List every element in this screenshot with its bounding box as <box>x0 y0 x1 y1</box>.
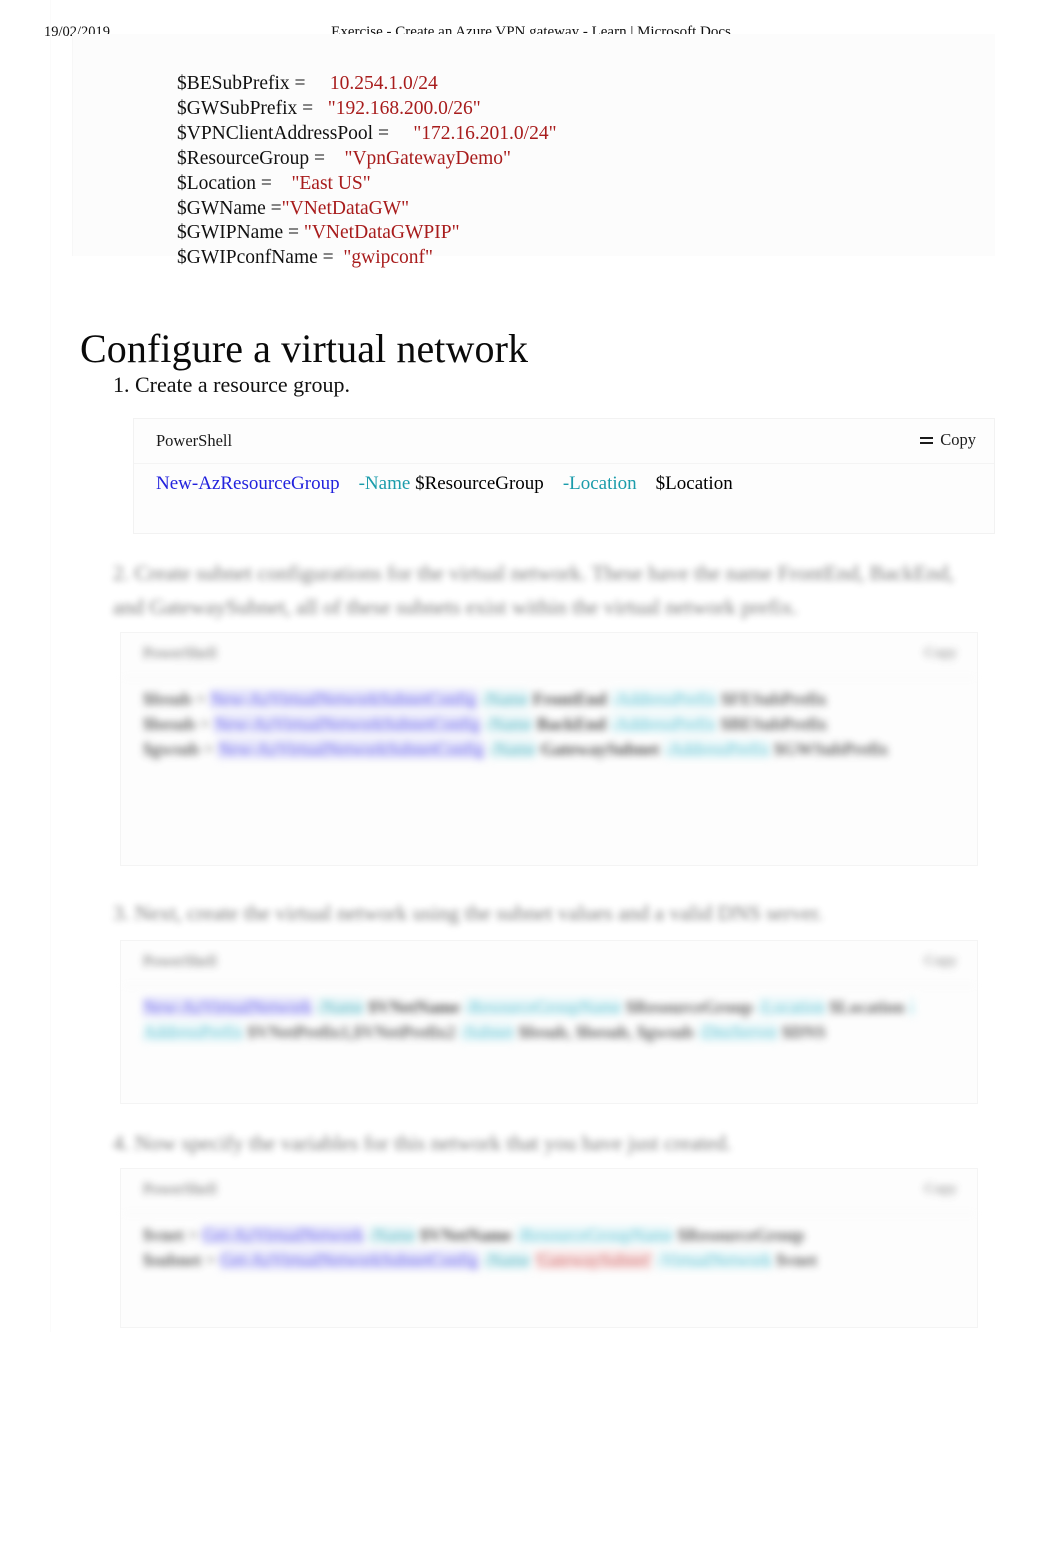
code-block-2: PowerShell Copy $fesub = New-AzVirtualNe… <box>120 632 978 866</box>
var-name: $GWName = <box>177 197 282 219</box>
var-value: "gwipconf" <box>343 247 433 269</box>
code-token-param-name: -Name <box>358 473 411 494</box>
var-value: "VpnGatewayDemo" <box>344 147 511 169</box>
copy-button[interactable]: Copy <box>924 953 957 970</box>
page-heading: Configure a virtual network <box>80 325 529 371</box>
code-token-cmdlet: New-AzResourceGroup <box>156 473 340 494</box>
code-line: $ResourceGroup = "VpnGatewayDemo" <box>177 147 557 172</box>
top-code-lines: $BESubPrefix = 10.254.1.0/24 $GWSubPrefi… <box>177 72 557 271</box>
step-text: Now specify the variables for this netwo… <box>134 1131 732 1155</box>
var-value: 10.254.1.0/24 <box>329 73 438 94</box>
step-number: 4. <box>113 1131 130 1155</box>
code-token-value-resourcegroup: $ResourceGroup <box>415 473 544 494</box>
var-value: "192.168.200.0/26" <box>327 97 481 119</box>
var-value: "VNetDataGWPIP" <box>303 222 460 244</box>
step-text: Create a resource group. <box>135 372 351 397</box>
code-block-4-blur-layer: PowerShell Copy $vnet = Get-AzVirtualNet… <box>121 1169 977 1327</box>
step-number: 2. <box>113 561 130 585</box>
code-language-label: PowerShell <box>143 645 217 662</box>
code-block-4-body[interactable]: $vnet = Get-AzVirtualNetwork -Name $VNet… <box>143 1223 961 1273</box>
step-number: 3. <box>113 901 130 925</box>
copy-button[interactable]: Copy <box>920 430 976 450</box>
code-block-3: PowerShell Copy New-AzVirtualNetwork -Na… <box>120 940 978 1104</box>
top-code-block: $BESubPrefix = 10.254.1.0/24 $GWSubPrefi… <box>72 34 995 268</box>
code-block-1-body[interactable]: New-AzResourceGroup -Name $ResourceGroup… <box>156 471 980 496</box>
code-line: $Location = "East US" <box>177 172 557 197</box>
var-name: $ResourceGroup = <box>177 147 326 169</box>
var-value: "VNetDataGW" <box>281 197 410 219</box>
code-block-1: PowerShell Copy New-AzResourceGroup -Nam… <box>133 418 995 534</box>
copy-button[interactable]: Copy <box>924 1181 957 1198</box>
step-number: 1. <box>113 372 130 397</box>
step-text: Create subnet configurations for the vir… <box>113 561 954 619</box>
code-language-label: PowerShell <box>156 431 233 450</box>
divider <box>121 985 977 986</box>
step-item-3: 3. Next, create the virtual network usin… <box>113 896 913 930</box>
code-line: $VPNClientAddressPool = "172.16.201.0/24… <box>177 122 557 147</box>
var-name: $BESubPrefix = <box>177 73 306 94</box>
step-item-2: 2. Create subnet configurations for the … <box>113 556 973 624</box>
copy-button[interactable]: Copy <box>924 645 957 662</box>
code-block-2-blur-layer: PowerShell Copy $fesub = New-AzVirtualNe… <box>121 633 977 865</box>
code-block-1-header: PowerShell Copy <box>134 419 994 464</box>
code-line: $GWIPName = "VNetDataGWPIP" <box>177 221 557 246</box>
code-line: $GWIPconfName = "gwipconf" <box>177 246 557 271</box>
var-name: $Location = <box>177 172 272 194</box>
var-name: $GWIPconfName = <box>177 247 334 269</box>
code-block-2-body[interactable]: $fesub = New-AzVirtualNetworkSubnetConfi… <box>143 687 961 762</box>
var-name: $GWSubPrefix = <box>177 97 314 119</box>
var-value: "172.16.201.0/24" <box>413 122 557 144</box>
code-block-3-body[interactable]: New-AzVirtualNetwork -Name $VNetName -Re… <box>143 995 961 1045</box>
code-language-label: PowerShell <box>143 953 217 970</box>
code-language-label: PowerShell <box>143 1181 217 1198</box>
code-line: $BESubPrefix = 10.254.1.0/24 <box>177 72 557 97</box>
divider <box>121 677 977 678</box>
var-name: $GWIPName = <box>177 222 300 244</box>
code-block-4: PowerShell Copy $vnet = Get-AzVirtualNet… <box>120 1168 978 1328</box>
copy-button-label: Copy <box>940 430 976 449</box>
var-name: $VPNClientAddressPool = <box>177 122 389 144</box>
code-line: $GWSubPrefix = "192.168.200.0/26" <box>177 97 557 122</box>
var-value: "East US" <box>291 172 371 194</box>
code-block-3-blur-layer: PowerShell Copy New-AzVirtualNetwork -Na… <box>121 941 977 1103</box>
code-token-value-location: $Location <box>655 473 733 494</box>
code-token-param-location: -Location <box>562 473 637 494</box>
copy-icon <box>920 435 934 446</box>
step-item-1: 1. Create a resource group. <box>113 370 350 400</box>
divider <box>121 1213 977 1214</box>
step-text: Next, create the virtual network using t… <box>134 901 823 925</box>
step-item-4: 4. Now specify the variables for this ne… <box>113 1126 813 1160</box>
code-line: $GWName ="VNetDataGW" <box>177 197 557 222</box>
